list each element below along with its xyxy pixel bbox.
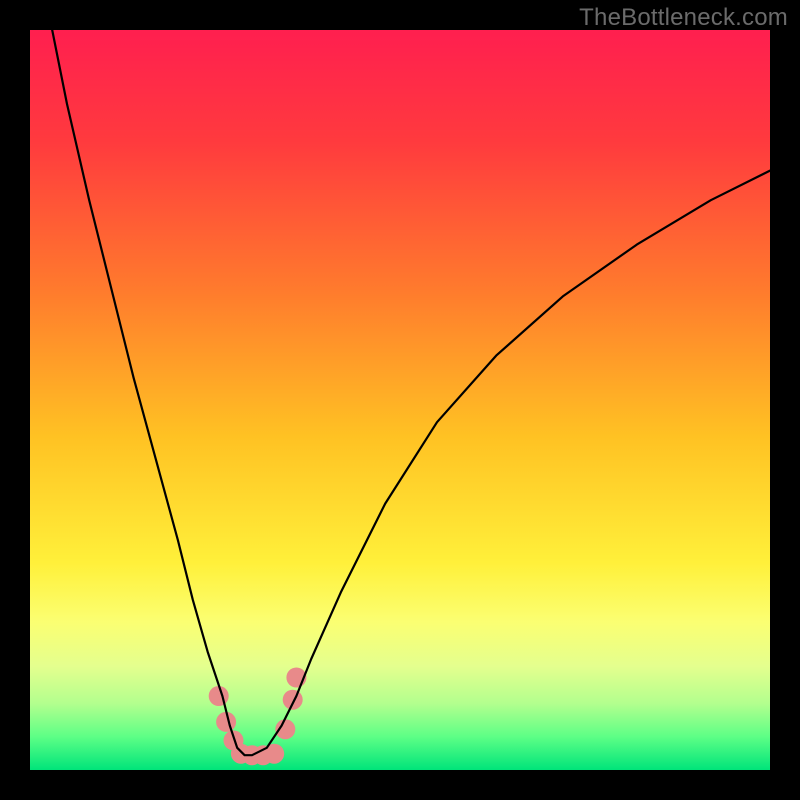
- highlight-dot: [209, 686, 229, 706]
- highlight-dot: [283, 690, 303, 710]
- plot-background: [30, 30, 770, 770]
- watermark-text: TheBottleneck.com: [579, 4, 788, 32]
- chart-canvas: [30, 30, 770, 770]
- chart-frame: TheBottleneck.com: [0, 0, 800, 800]
